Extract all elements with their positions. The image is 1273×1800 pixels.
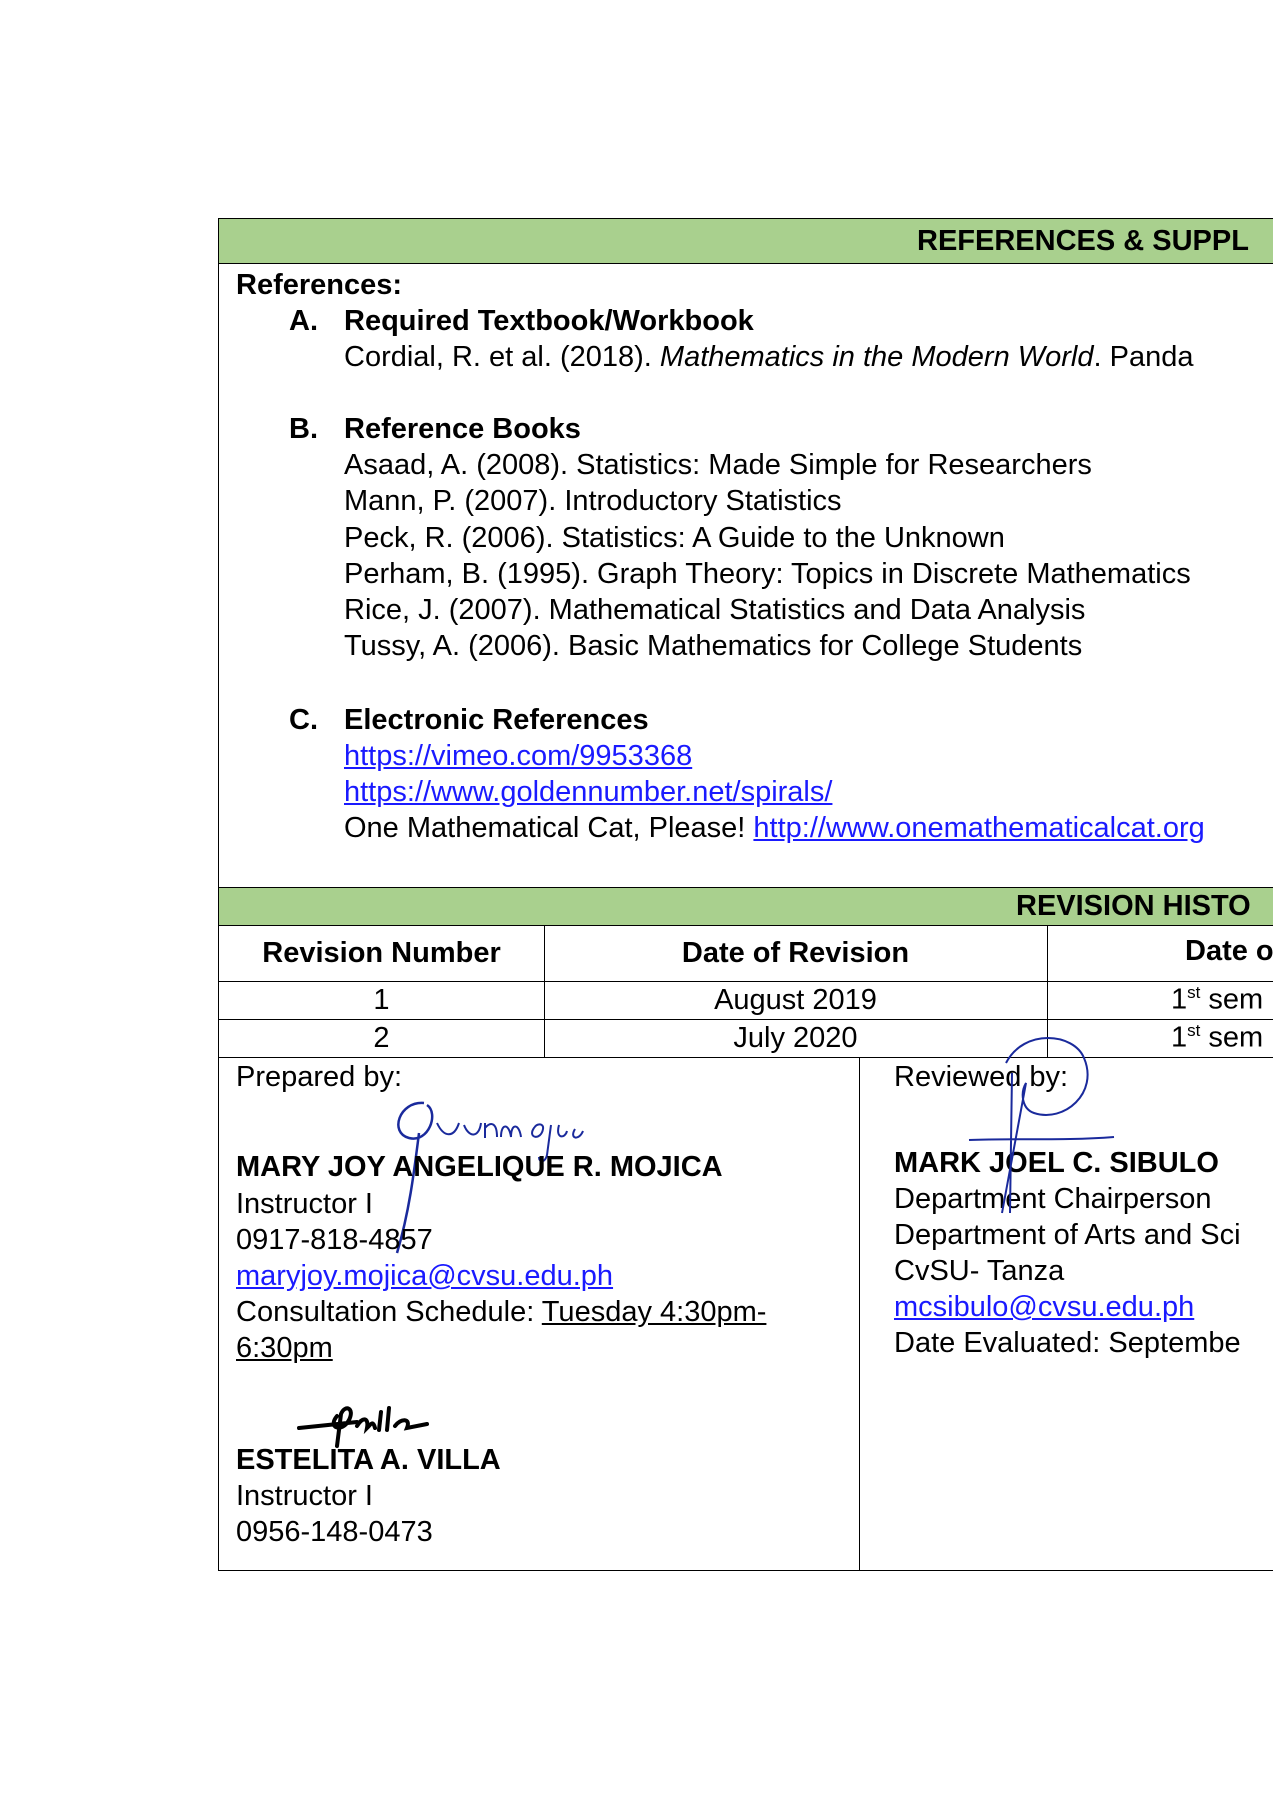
header-date-of-effectivity: Date o — [1185, 935, 1273, 967]
reviewer-department: Department of Arts and Sci — [894, 1219, 1241, 1251]
header-date-of-revision: Date of Revision — [681, 937, 910, 969]
references-header-title: REFERENCES & SUPPL — [917, 225, 1249, 257]
reference-book-item: Asaad, A. (2008). Statistics: Made Simpl… — [344, 449, 1092, 481]
revision-table-header: Revision Number Date of Revision Date o — [219, 926, 1273, 982]
textbook-entry-title: Mathematics in the Modern World — [659, 341, 1094, 373]
references-section: References: A. Required Textbook/Workboo… — [219, 264, 1273, 888]
sibulo-signature-image — [968, 1037, 1115, 1214]
document-table: REFERENCES & SUPPL References: A. Requir… — [218, 218, 1273, 1571]
preparer-2-phone: 0956-148-0473 — [236, 1516, 433, 1548]
reference-book-item: Mann, P. (2007). Introductory Statistics — [344, 485, 842, 517]
section-a-title: Required Textbook/Workbook — [344, 305, 754, 337]
textbook-entry-suffix: . Panda — [1093, 341, 1194, 373]
revision-history-header-band: REVISION HISTO — [219, 888, 1273, 926]
page: REFERENCES & SUPPL References: A. Requir… — [0, 0, 1273, 1800]
preparer-1-phone: 0917-818-4857 — [236, 1224, 433, 1256]
reference-book-item: Rice, J. (2007). Mathematical Statistics… — [344, 594, 1086, 626]
signatories-section: Prepared by: MARY JOY ANGELIQUE R. MOJIC… — [219, 1037, 1273, 1571]
references-heading: References: — [236, 269, 403, 301]
reference-book-item: Tussy, A. (2006). Basic Mathematics for … — [344, 630, 1083, 662]
consultation-schedule-end: 6:30pm — [236, 1332, 333, 1364]
textbook-entry: Cordial, R. et al. (2018). Mathematics i… — [344, 341, 1193, 374]
section-c-letter: C. — [289, 704, 318, 736]
revision-history-title: REVISION HISTO — [1016, 890, 1251, 922]
section-b-title: Reference Books — [344, 413, 581, 445]
header-revision-number: Revision Number — [262, 937, 501, 969]
section-a-letter: A. — [289, 305, 318, 337]
prepared-by-label: Prepared by: — [236, 1061, 403, 1093]
revision-number-cell: 2 — [373, 1022, 390, 1054]
date-evaluated: Date Evaluated: Septembe — [894, 1327, 1241, 1359]
preparer-1-email-link[interactable]: maryjoy.mojica@cvsu.edu.ph — [236, 1260, 613, 1292]
reviewer-email-link[interactable]: mcsibulo@cvsu.edu.ph — [894, 1291, 1194, 1323]
vimeo-link[interactable]: https://vimeo.com/9953368 — [344, 740, 692, 772]
goldennumber-link[interactable]: https://www.goldennumber.net/spirals/ — [344, 776, 832, 808]
textbook-entry-prefix: Cordial, R. et al. (2018). — [344, 341, 660, 373]
preparer-2-position: Instructor I — [236, 1480, 373, 1512]
consultation-schedule: Consultation Schedule: Tuesday 4:30pm- — [236, 1296, 767, 1328]
onemathematicalcat-entry: One Mathematical Cat, Please! http://www… — [344, 812, 1205, 845]
revision-number-cell: 1 — [373, 984, 390, 1016]
preparer-1-name: MARY JOY ANGELIQUE R. MOJICA — [236, 1151, 723, 1183]
section-c-title: Electronic References — [344, 704, 649, 736]
reference-book-item: Peck, R. (2006). Statistics: A Guide to … — [344, 522, 1005, 554]
onemathematicalcat-link[interactable]: http://www.onemathematicalcat.org — [753, 812, 1204, 844]
references-header-band: REFERENCES & SUPPL — [219, 219, 1273, 264]
reviewer-campus: CvSU- Tanza — [894, 1255, 1065, 1287]
reference-book-item: Perham, B. (1995). Graph Theory: Topics … — [344, 558, 1191, 590]
preparer-1-position: Instructor I — [236, 1188, 373, 1220]
preparer-2-name: ESTELITA A. VILLA — [236, 1444, 501, 1476]
section-b-letter: B. — [289, 413, 318, 445]
onemathematicalcat-text: One Mathematical Cat, Please! — [344, 812, 754, 844]
